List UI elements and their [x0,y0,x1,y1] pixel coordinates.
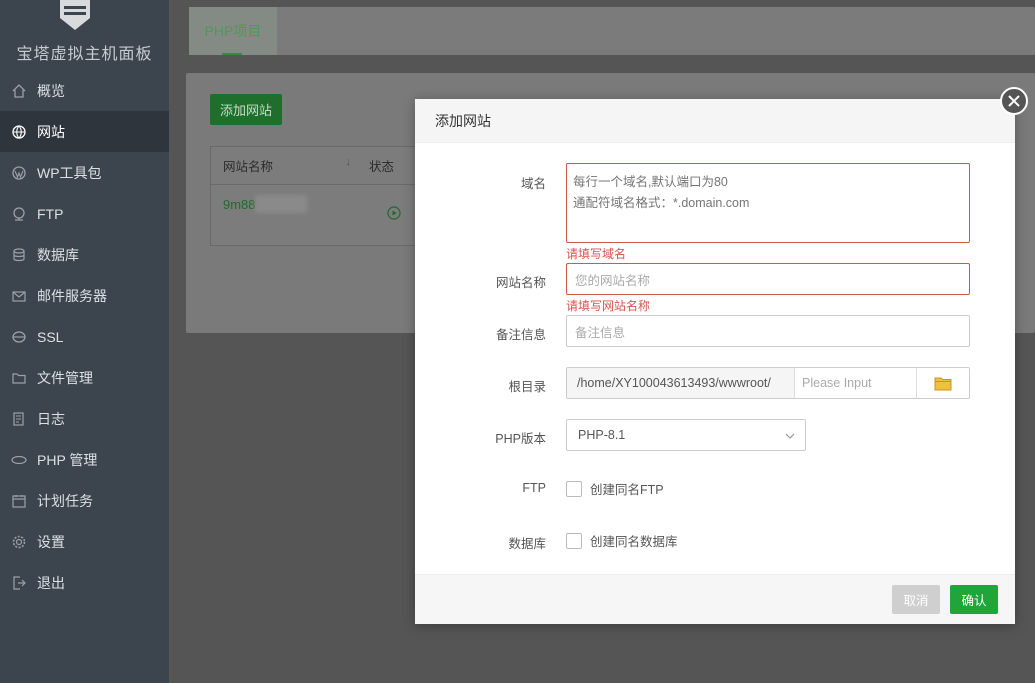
sidebar-item-mail[interactable]: 邮件服务器 [0,275,169,316]
sidebar-item-label: 退出 [37,574,65,591]
confirm-button[interactable]: 确认 [950,585,998,614]
sidebar-item-logout[interactable]: 退出 [0,562,169,603]
remark-placeholder: 备注信息 [575,325,626,340]
ftp-checkbox[interactable] [566,480,582,497]
domain-error: 请填写域名 [566,247,627,261]
root-dir-group: /home/XY100043613493/wwwroot/ Please Inp… [566,367,970,399]
site-name-label: 网站名称 [495,276,546,290]
ftp-checkbox-row[interactable]: 创建同名FTP [566,479,664,498]
folder-icon [11,370,27,386]
tab-label: PHP项目 [204,23,262,39]
root-dir-placeholder: Please Input [802,376,872,390]
sidebar-item-label: 邮件服务器 [37,287,107,304]
play-status-icon[interactable] [387,206,401,220]
database-icon [11,247,27,263]
sidebar-item-cron[interactable]: 计划任务 [0,480,169,521]
logo-area: 宝塔虚拟主机面板 [0,0,169,66]
brand-name: 宝塔虚拟主机面板 [16,46,153,63]
sidebar-item-label: 概览 [37,82,65,99]
modal-footer: 取消 确认 [415,574,1015,624]
modal-close-button[interactable] [1000,87,1028,115]
sidebar-item-label: 文件管理 [37,369,93,386]
close-icon [1008,95,1020,107]
cancel-button[interactable]: 取消 [892,585,940,614]
home-icon [11,83,27,99]
browse-folder-button[interactable] [917,368,969,398]
sidebar-item-wp-toolkit[interactable]: WP工具包 [0,152,169,193]
mail-icon [11,288,27,304]
sidebar-item-ssl[interactable]: SSL [0,316,169,357]
root-dir-input[interactable]: Please Input [795,368,917,398]
sidebar: 宝塔虚拟主机面板 概览 网站 WP工具包 FTP 数据库 邮件服务器 SSL 文… [0,0,169,683]
tab-underline [222,53,242,55]
remark-label: 备注信息 [495,328,546,342]
sidebar-item-ftp[interactable]: FTP [0,193,169,234]
tab-bar: PHP项目 [189,7,1035,55]
root-dir-prefix: /home/XY100043613493/wwwroot/ [567,368,795,398]
sidebar-item-label: 设置 [37,533,65,550]
sidebar-item-settings[interactable]: 设置 [0,521,169,562]
col-header-status: 状态 [369,160,395,174]
sidebar-item-label: 日志 [37,410,65,427]
php-version-value: PHP-8.1 [578,428,626,442]
site-name-placeholder: 您的网站名称 [575,273,651,288]
sidebar-item-files[interactable]: 文件管理 [0,357,169,398]
bt-logo-icon [60,0,90,30]
folder-icon [934,377,952,390]
site-table: 网站名称 ↓ 状态 9m88 [210,146,420,246]
sidebar-nav: 概览 网站 WP工具包 FTP 数据库 邮件服务器 SSL 文件管理 日志 PH… [0,70,169,603]
site-name-link[interactable]: 9m88 [223,197,256,212]
globe-icon [11,124,27,140]
modal-title: 添加网站 [435,112,491,129]
logout-icon [11,575,27,591]
redacted-text [255,195,307,213]
remark-input[interactable]: 备注信息 [566,315,970,347]
sidebar-item-label: 数据库 [37,246,79,263]
db-checkbox-label: 创建同名数据库 [590,535,678,549]
sidebar-item-label: SSL [37,328,64,345]
calendar-icon [11,493,27,509]
db-checkbox-row[interactable]: 创建同名数据库 [566,531,678,550]
tab-php-project[interactable]: PHP项目 [189,7,277,55]
php-version-select[interactable]: PHP-8.1 [566,419,806,451]
sidebar-item-label: 网站 [37,123,65,140]
site-name-error: 请填写网站名称 [566,299,651,313]
table-row: 9m88 [211,185,419,245]
wordpress-icon [11,165,27,181]
domain-label: 域名 [520,177,546,191]
ftp-icon [11,206,27,222]
add-site-modal: 添加网站 域名 请填写域名 网站名称 您的网站名称 请填写网站名称 备注信息 备… [415,99,1015,624]
table-header: 网站名称 ↓ 状态 [211,147,419,185]
php-version-label: PHP版本 [495,432,546,446]
sidebar-item-overview[interactable]: 概览 [0,70,169,111]
db-checkbox[interactable] [566,532,582,549]
log-icon [11,411,27,427]
php-icon [11,452,27,468]
col-name-label: 网站名称 [223,160,274,174]
site-name-input[interactable]: 您的网站名称 [566,263,970,295]
ftp-label: FTP [522,481,546,495]
modal-header: 添加网站 [415,99,1015,143]
chevron-down-icon [785,433,795,439]
sidebar-item-label: 计划任务 [37,492,93,509]
root-dir-label: 根目录 [508,380,546,394]
gear-icon [11,534,27,550]
sidebar-item-label: WP工具包 [37,164,102,181]
sidebar-item-label: PHP 管理 [37,451,98,468]
sidebar-item-label: FTP [37,205,64,222]
col-header-name[interactable]: 网站名称 ↓ [211,156,369,175]
sort-down-icon[interactable]: ↓ [346,156,352,168]
domain-textarea[interactable] [566,163,970,243]
ftp-checkbox-label: 创建同名FTP [590,483,664,497]
sidebar-item-logs[interactable]: 日志 [0,398,169,439]
sidebar-item-php[interactable]: PHP 管理 [0,439,169,480]
sidebar-item-website[interactable]: 网站 [0,111,169,152]
db-label: 数据库 [508,537,546,551]
sidebar-item-database[interactable]: 数据库 [0,234,169,275]
ssl-icon [11,329,27,345]
add-site-button[interactable]: 添加网站 [210,94,282,125]
